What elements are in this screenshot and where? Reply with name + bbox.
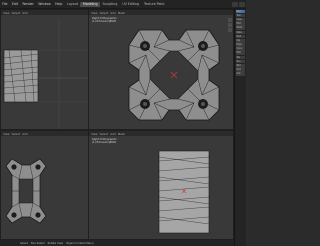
properties-tab-output[interactable]: Out bbox=[236, 72, 245, 76]
camera-icon[interactable] bbox=[228, 28, 232, 32]
tab-texture-paint[interactable]: Texture Paint bbox=[142, 2, 168, 7]
properties-tab-edit[interactable]: Edit bbox=[236, 22, 245, 26]
tab-modeling[interactable]: Modeling bbox=[80, 1, 100, 7]
properties-tab-view[interactable]: View bbox=[236, 17, 245, 22]
extrusion-cross-section bbox=[128, 29, 220, 121]
pan-icon[interactable] bbox=[228, 23, 232, 27]
menu-file[interactable]: File bbox=[0, 2, 10, 6]
menu-edit[interactable]: Edit bbox=[10, 2, 21, 6]
properties-tab-tool[interactable]: Tool bbox=[236, 13, 245, 18]
properties-tab-modifiers[interactable]: Mod bbox=[236, 34, 245, 39]
menu-render[interactable]: Render bbox=[20, 2, 36, 6]
properties-tab-world[interactable]: Wld bbox=[236, 64, 245, 68]
properties-tab-texture[interactable]: Tex bbox=[236, 55, 245, 60]
menu-help[interactable]: Help bbox=[53, 2, 65, 6]
profile-mesh bbox=[128, 29, 220, 121]
scene-selector[interactable] bbox=[232, 1, 238, 7]
properties-tab-physics[interactable]: Phys bbox=[236, 43, 245, 47]
properties-tab-item[interactable]: Item bbox=[236, 9, 245, 14]
status-hint-rotate: Rotate View bbox=[47, 241, 64, 245]
tab-layout[interactable]: Layout bbox=[65, 2, 81, 7]
menu-window[interactable]: Window bbox=[36, 2, 53, 6]
status-hint-box-select: Box Select bbox=[31, 241, 45, 245]
properties-panel: Item Tool View Edit Mesh Data Mod Obj Ph… bbox=[234, 9, 246, 246]
status-hint-context-menu: Object Context Menu bbox=[66, 241, 94, 245]
tab-uv-editing[interactable]: UV Editing bbox=[120, 2, 142, 7]
properties-tab-object[interactable]: Obj bbox=[236, 38, 245, 43]
profile-mesh-small bbox=[5, 158, 47, 224]
properties-tab-mesh[interactable]: Mesh bbox=[236, 26, 245, 30]
properties-tab-data[interactable]: Data bbox=[236, 30, 245, 35]
properties-tab-render[interactable]: Rnd bbox=[236, 68, 245, 72]
viewport-top-right[interactable]: View Select Add Mesh Right Orthographic … bbox=[88, 9, 234, 130]
tab-sculpting[interactable]: Sculpting bbox=[100, 2, 120, 7]
status-hint-select: Select bbox=[20, 241, 29, 245]
view-layer-selector[interactable] bbox=[239, 1, 245, 7]
window-controls bbox=[232, 1, 246, 7]
viewport-bottom-right[interactable]: View Select Add Mesh Right Orthographic … bbox=[88, 130, 234, 240]
extrusion-side-view-long bbox=[158, 150, 210, 234]
side-mesh-long bbox=[158, 150, 210, 234]
top-bar: File Edit Render Window Help Layout Mode… bbox=[0, 0, 246, 9]
properties-tab-material[interactable]: Mat bbox=[236, 51, 245, 56]
zoom-icon[interactable] bbox=[228, 18, 232, 22]
properties-tab-scene[interactable]: Scn bbox=[236, 59, 245, 64]
viewport-navigation bbox=[228, 18, 232, 33]
status-bar: Select Box Select Rotate View Object Con… bbox=[0, 240, 234, 246]
properties-tab-constraints[interactable]: Cons bbox=[236, 47, 245, 51]
